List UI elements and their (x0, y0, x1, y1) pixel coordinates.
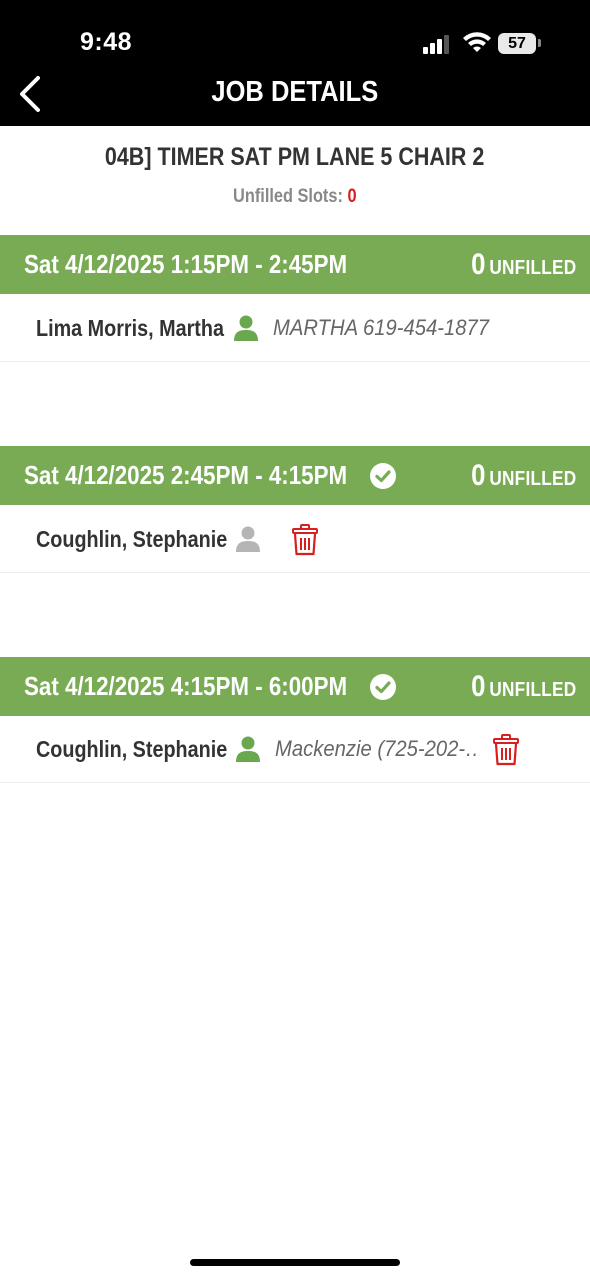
assignment-row[interactable]: Coughlin, Stephanie (0, 506, 590, 573)
slot-unfilled: 0 UNFILLED (470, 248, 576, 281)
battery-cap (538, 39, 541, 47)
assignee-name: Coughlin, Stephanie (36, 736, 228, 762)
cellular-signal-icon (423, 34, 453, 54)
assignee-note: MARTHA 619-454-1877 (273, 315, 490, 340)
slot-header: Sat 4/12/2025 4:15PM - 6:00PM 0 UNFILLED (0, 657, 590, 716)
person-icon (236, 736, 260, 762)
job-title: 04B] TIMER SAT PM LANE 5 CHAIR 2 (105, 143, 485, 171)
home-indicator[interactable] (190, 1259, 400, 1266)
wifi-icon (463, 32, 491, 52)
assignee-name: Coughlin, Stephanie (36, 526, 228, 552)
slot-time: Sat 4/12/2025 4:15PM - 6:00PM (24, 671, 348, 701)
trash-icon[interactable] (292, 524, 318, 556)
assignment-row[interactable]: Lima Morris, Martha MARTHA 619-454-1877 (0, 295, 590, 362)
assignee-note: Mackenzie (725-202-… (275, 736, 480, 761)
check-circle-icon (370, 674, 396, 700)
status-time: 9:48 (80, 28, 133, 56)
check-circle-icon (370, 463, 396, 489)
assignment-row[interactable]: Coughlin, Stephanie Mackenzie (725-202-… (0, 716, 590, 783)
unfilled-slots-count: 0 (347, 186, 357, 207)
top-bar: 9:48 57 JOB DETAILS (0, 0, 590, 126)
person-icon (236, 526, 260, 552)
unfilled-slots-summary: Unfilled Slots: 0 (0, 186, 590, 208)
slot-unfilled: 0 UNFILLED (470, 670, 576, 703)
slot-time: Sat 4/12/2025 1:15PM - 2:45PM (24, 249, 348, 279)
slot-header: Sat 4/12/2025 2:45PM - 4:15PM 0 UNFILLED (0, 446, 590, 505)
unfilled-slots-label: Unfilled Slots: (233, 186, 344, 207)
battery-indicator: 57 (498, 33, 536, 54)
slot-header: Sat 4/12/2025 1:15PM - 2:45PM 0 UNFILLED (0, 235, 590, 294)
page-title: JOB DETAILS (211, 76, 379, 108)
assignee-name: Lima Morris, Martha (36, 315, 224, 341)
slot-time: Sat 4/12/2025 2:45PM - 4:15PM (24, 460, 348, 490)
trash-icon[interactable] (493, 734, 519, 766)
slot-unfilled: 0 UNFILLED (470, 459, 576, 492)
person-icon (234, 315, 258, 341)
